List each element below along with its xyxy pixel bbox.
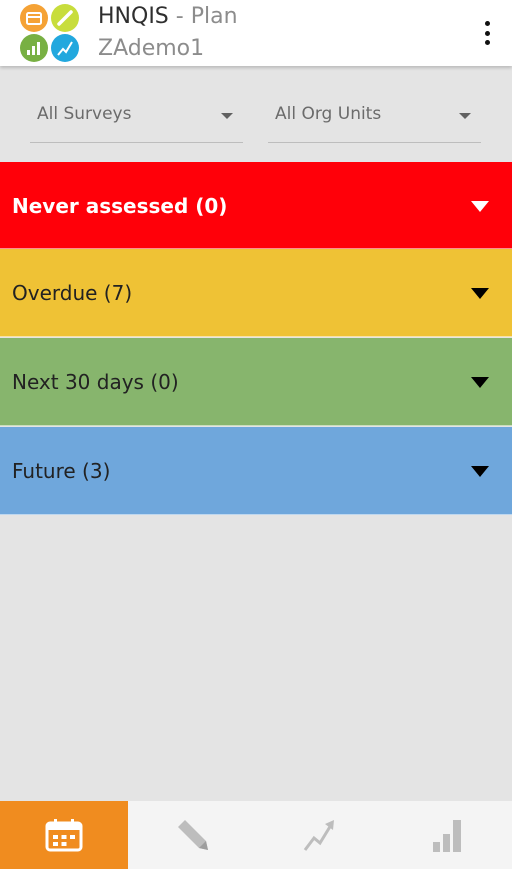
filter-bar: All Surveys All Org Units	[0, 66, 512, 162]
section-future[interactable]: Future (3)	[0, 427, 512, 515]
app-logo-icon	[20, 4, 79, 62]
calendar-icon	[45, 819, 83, 852]
expand-arrow-icon	[471, 377, 489, 388]
section-label: Future (3)	[12, 459, 111, 483]
tab-assess[interactable]	[128, 801, 256, 869]
app-name: HNQIS	[98, 4, 169, 29]
surveys-filter-value: All Surveys	[37, 104, 132, 124]
tab-monitor[interactable]	[384, 801, 512, 869]
expand-arrow-icon	[471, 466, 489, 477]
surveys-filter-dropdown[interactable]: All Surveys	[30, 92, 243, 143]
tab-improve[interactable]	[256, 801, 384, 869]
app-bar: HNQIS - Plan ZAdemo1	[0, 0, 512, 66]
dropdown-caret-icon	[221, 113, 233, 119]
expand-arrow-icon	[471, 201, 489, 212]
title-separator: -	[168, 4, 191, 29]
more-vert-icon[interactable]	[480, 21, 494, 45]
bar-chart-icon	[433, 820, 461, 852]
bottom-tab-bar	[0, 801, 512, 869]
app-title: HNQIS - Plan	[98, 4, 238, 30]
app-subtitle: ZAdemo1	[98, 36, 205, 61]
section-label: Next 30 days (0)	[12, 370, 179, 394]
org-units-filter-dropdown[interactable]: All Org Units	[268, 92, 481, 143]
pencil-icon	[178, 820, 208, 850]
section-never-assessed[interactable]: Never assessed (0)	[0, 162, 512, 249]
section-overdue[interactable]: Overdue (7)	[0, 249, 512, 337]
screen-title: Plan	[190, 4, 238, 29]
org-units-filter-value: All Org Units	[275, 104, 382, 124]
section-next-30-days[interactable]: Next 30 days (0)	[0, 338, 512, 426]
section-label: Overdue (7)	[12, 281, 133, 305]
trend-icon	[303, 820, 334, 851]
tab-plan[interactable]	[0, 801, 128, 869]
section-label: Never assessed (0)	[12, 194, 228, 218]
dropdown-caret-icon	[459, 113, 471, 119]
expand-arrow-icon	[471, 288, 489, 299]
